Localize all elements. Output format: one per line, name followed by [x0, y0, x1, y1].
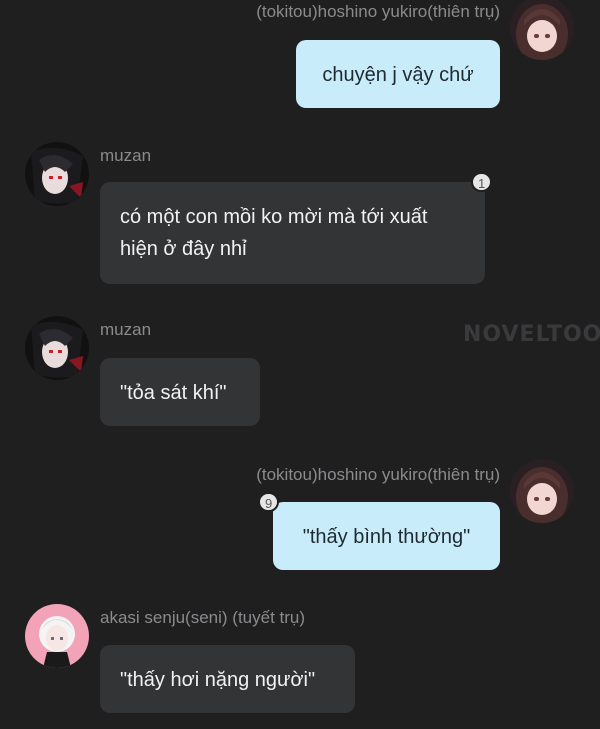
- avatar[interactable]: [25, 604, 89, 668]
- sender-name: (tokitou)hoshino yukiro(thiên trụ): [256, 2, 500, 21]
- reply-count-badge[interactable]: 1: [471, 172, 493, 192]
- sender-name: muzan: [100, 320, 152, 339]
- avatar-pink-white-hair-icon: [25, 604, 89, 668]
- avatar[interactable]: [25, 142, 89, 206]
- message-text: "thấy hơi nặng người": [120, 669, 316, 691]
- avatar-muzan-dark-icon: [25, 316, 89, 380]
- avatar-girl-brown-hair-icon: [510, 0, 574, 60]
- message-bubble[interactable]: chuyện j vậy chứ: [296, 40, 500, 108]
- message-text: "tỏa sát khí": [120, 382, 227, 404]
- message-bubble[interactable]: có một con mồi ko mời mà tới xuất hiện ở…: [100, 182, 485, 284]
- reply-count-badge[interactable]: 9: [258, 492, 280, 512]
- avatar-girl-brown-hair-icon: [510, 459, 574, 523]
- sender-name: (tokitou)hoshino yukiro(thiên trụ): [256, 465, 500, 484]
- sender-name: akasi senju(seni) (tuyết trụ): [100, 608, 306, 627]
- avatar[interactable]: [25, 316, 89, 380]
- sender-name: muzan: [100, 146, 152, 165]
- message-text: chuyện j vậy chứ: [322, 64, 474, 86]
- avatar-muzan-dark-icon: [25, 142, 89, 206]
- avatar[interactable]: [510, 459, 574, 523]
- message-text: "thấy bình thường": [302, 526, 471, 548]
- message-bubble[interactable]: "thấy hơi nặng người": [100, 645, 355, 713]
- watermark: NOVELTOON: [463, 322, 600, 347]
- message-bubble[interactable]: "thấy bình thường": [273, 502, 500, 570]
- message-text: có một con mồi ko mời mà tới xuất hiện ở…: [120, 206, 433, 260]
- message-bubble[interactable]: "tỏa sát khí": [100, 358, 260, 426]
- avatar[interactable]: [510, 0, 574, 60]
